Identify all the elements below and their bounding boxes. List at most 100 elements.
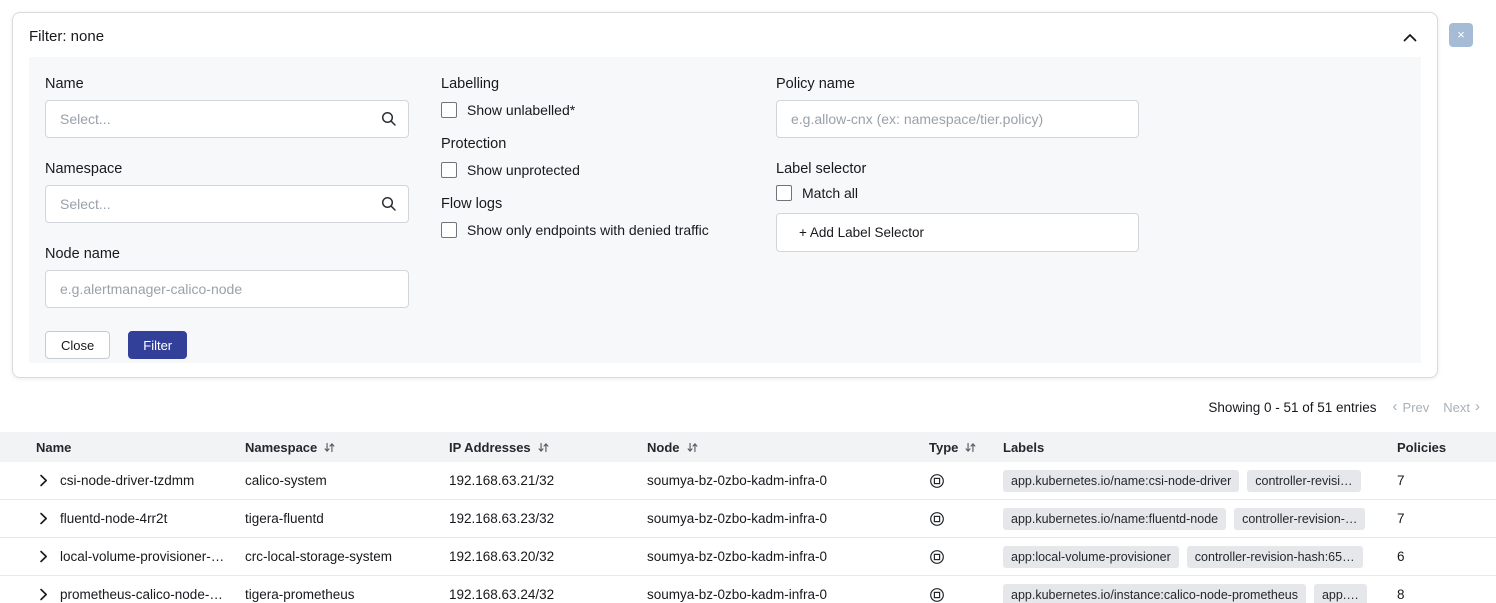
sort-icon[interactable] — [537, 441, 550, 454]
pagination-nav: ‹ Prev Next › — [1393, 400, 1480, 415]
endpoint-name[interactable]: local-volume-provisioner-… — [60, 549, 224, 564]
table-row: local-volume-provisioner-… crc-local-sto… — [0, 538, 1496, 576]
endpoint-policies-count: 6 — [1397, 549, 1496, 564]
sort-icon[interactable] — [323, 441, 336, 454]
entries-summary: Showing 0 - 51 of 51 entries — [1208, 400, 1376, 415]
endpoint-name[interactable]: fluentd-node-4rr2t — [60, 511, 167, 526]
node-name-input[interactable] — [45, 270, 409, 308]
chevron-right-icon: › — [1475, 401, 1480, 413]
label-chip[interactable]: app.kubernetes.io/instance:calico-node-p… — [1003, 584, 1306, 603]
filter-button[interactable]: Filter — [128, 331, 187, 359]
column-header-name: Name — [36, 440, 245, 455]
filter-panel-title: Filter: none — [29, 27, 104, 47]
column-header-ip-addresses[interactable]: IP Addresses — [449, 440, 647, 455]
column-header-namespace[interactable]: Namespace — [245, 440, 449, 455]
filter-panel-body: Name Namespace Node name — [29, 57, 1421, 363]
filter-column-1: Name Namespace Node name — [45, 75, 409, 359]
endpoint-node: soumya-bz-0zbo-kadm-infra-0 — [647, 473, 929, 488]
endpoint-ip: 192.168.63.20/32 — [449, 549, 647, 564]
endpoint-node: soumya-bz-0zbo-kadm-infra-0 — [647, 549, 929, 564]
endpoint-labels: app.kubernetes.io/name:csi-node-driver c… — [1003, 470, 1397, 492]
label-chip[interactable]: controller-revision-hash:65… — [1187, 546, 1363, 568]
endpoint-namespace: crc-local-storage-system — [245, 549, 449, 564]
show-unlabelled-checkbox[interactable] — [441, 102, 457, 118]
filter-panel: Filter: none Name Namespace — [12, 12, 1438, 378]
show-unprotected-checkbox[interactable] — [441, 162, 457, 178]
name-field-label: Name — [45, 75, 409, 93]
row-expand-icon[interactable] — [36, 550, 50, 564]
policy-name-input-wrap — [776, 100, 1139, 138]
endpoint-type — [929, 549, 1003, 565]
endpoint-ip: 192.168.63.23/32 — [449, 511, 647, 526]
sort-icon[interactable] — [964, 441, 977, 454]
namespace-field-label: Namespace — [45, 160, 409, 178]
column-header-labels: Labels — [1003, 440, 1397, 455]
collapse-panel-button[interactable] — [1401, 29, 1419, 45]
policy-name-input[interactable] — [776, 100, 1139, 138]
endpoint-labels: app.kubernetes.io/name:fluentd-node cont… — [1003, 508, 1397, 530]
name-select-input[interactable] — [45, 100, 409, 138]
search-icon — [381, 111, 397, 127]
flow-logs-heading: Flow logs — [441, 195, 771, 213]
table-row: prometheus-calico-node-… tigera-promethe… — [0, 576, 1496, 603]
policy-name-field-label: Policy name — [776, 75, 1139, 93]
sort-icon[interactable] — [686, 441, 699, 454]
endpoints-page: Filter: none Name Namespace — [0, 0, 1496, 603]
name-select-wrap — [45, 100, 409, 138]
show-unprotected-label: Show unprotected — [467, 162, 580, 178]
chevron-left-icon: ‹ — [1393, 401, 1398, 413]
endpoint-type-icon — [929, 549, 945, 565]
label-chip[interactable]: controller-revision-… — [1234, 508, 1365, 530]
endpoint-type-icon — [929, 587, 945, 603]
node-name-input-wrap — [45, 270, 409, 308]
column-header-node[interactable]: Node — [647, 440, 929, 455]
close-button[interactable]: Close — [45, 331, 110, 359]
endpoint-policies-count: 7 — [1397, 511, 1496, 526]
protection-heading: Protection — [441, 135, 771, 153]
add-label-selector-button[interactable]: + Add Label Selector — [776, 213, 1139, 252]
filter-column-2: Labelling Show unlabelled* Protection Sh… — [441, 75, 771, 255]
column-header-type[interactable]: Type — [929, 440, 1003, 455]
match-all-row: Match all — [776, 185, 1139, 201]
endpoint-namespace: calico-system — [245, 473, 449, 488]
endpoint-type-icon — [929, 511, 945, 527]
endpoint-namespace: tigera-prometheus — [245, 587, 449, 602]
search-icon — [381, 196, 397, 212]
table-header: Name Namespace IP Addresses Node Type — [0, 432, 1496, 462]
label-chip[interactable]: app.kubernetes.io/name:csi-node-driver — [1003, 470, 1239, 492]
show-unlabelled-label: Show unlabelled* — [467, 102, 575, 118]
label-chip[interactable]: controller-revisi… — [1247, 470, 1360, 492]
match-all-checkbox[interactable] — [776, 185, 792, 201]
label-chip[interactable]: app.… — [1314, 584, 1367, 603]
pagination-bar: Showing 0 - 51 of 51 entries ‹ Prev Next… — [0, 396, 1480, 418]
endpoint-ip: 192.168.63.21/32 — [449, 473, 647, 488]
close-icon[interactable]: × — [1449, 23, 1473, 47]
endpoint-node: soumya-bz-0zbo-kadm-infra-0 — [647, 511, 929, 526]
endpoint-name[interactable]: csi-node-driver-tzdmm — [60, 473, 194, 488]
endpoint-ip: 192.168.63.24/32 — [449, 587, 647, 602]
prev-page-link[interactable]: ‹ Prev — [1393, 400, 1430, 415]
table-row: csi-node-driver-tzdmm calico-system 192.… — [0, 462, 1496, 500]
show-unprotected-row: Show unprotected — [441, 162, 771, 178]
denied-traffic-checkbox[interactable] — [441, 222, 457, 238]
node-name-field-label: Node name — [45, 245, 409, 263]
endpoint-type — [929, 511, 1003, 527]
filter-actions: Close Filter — [45, 331, 409, 359]
next-page-link[interactable]: Next › — [1443, 400, 1480, 415]
endpoint-policies-count: 7 — [1397, 473, 1496, 488]
row-expand-icon[interactable] — [36, 512, 50, 526]
endpoint-name[interactable]: prometheus-calico-node-… — [60, 587, 223, 602]
row-expand-icon[interactable] — [36, 588, 50, 602]
endpoint-type — [929, 473, 1003, 489]
endpoint-type-icon — [929, 473, 945, 489]
label-chip[interactable]: app:local-volume-provisioner — [1003, 546, 1179, 568]
label-selector-heading: Label selector — [776, 160, 1139, 178]
namespace-select-input[interactable] — [45, 185, 409, 223]
endpoint-policies-count: 8 — [1397, 587, 1496, 602]
prev-label: Prev — [1403, 400, 1430, 415]
label-chip[interactable]: app.kubernetes.io/name:fluentd-node — [1003, 508, 1226, 530]
row-expand-icon[interactable] — [36, 474, 50, 488]
endpoint-labels: app.kubernetes.io/instance:calico-node-p… — [1003, 584, 1397, 603]
labelling-heading: Labelling — [441, 75, 771, 93]
endpoint-labels: app:local-volume-provisioner controller-… — [1003, 546, 1397, 568]
